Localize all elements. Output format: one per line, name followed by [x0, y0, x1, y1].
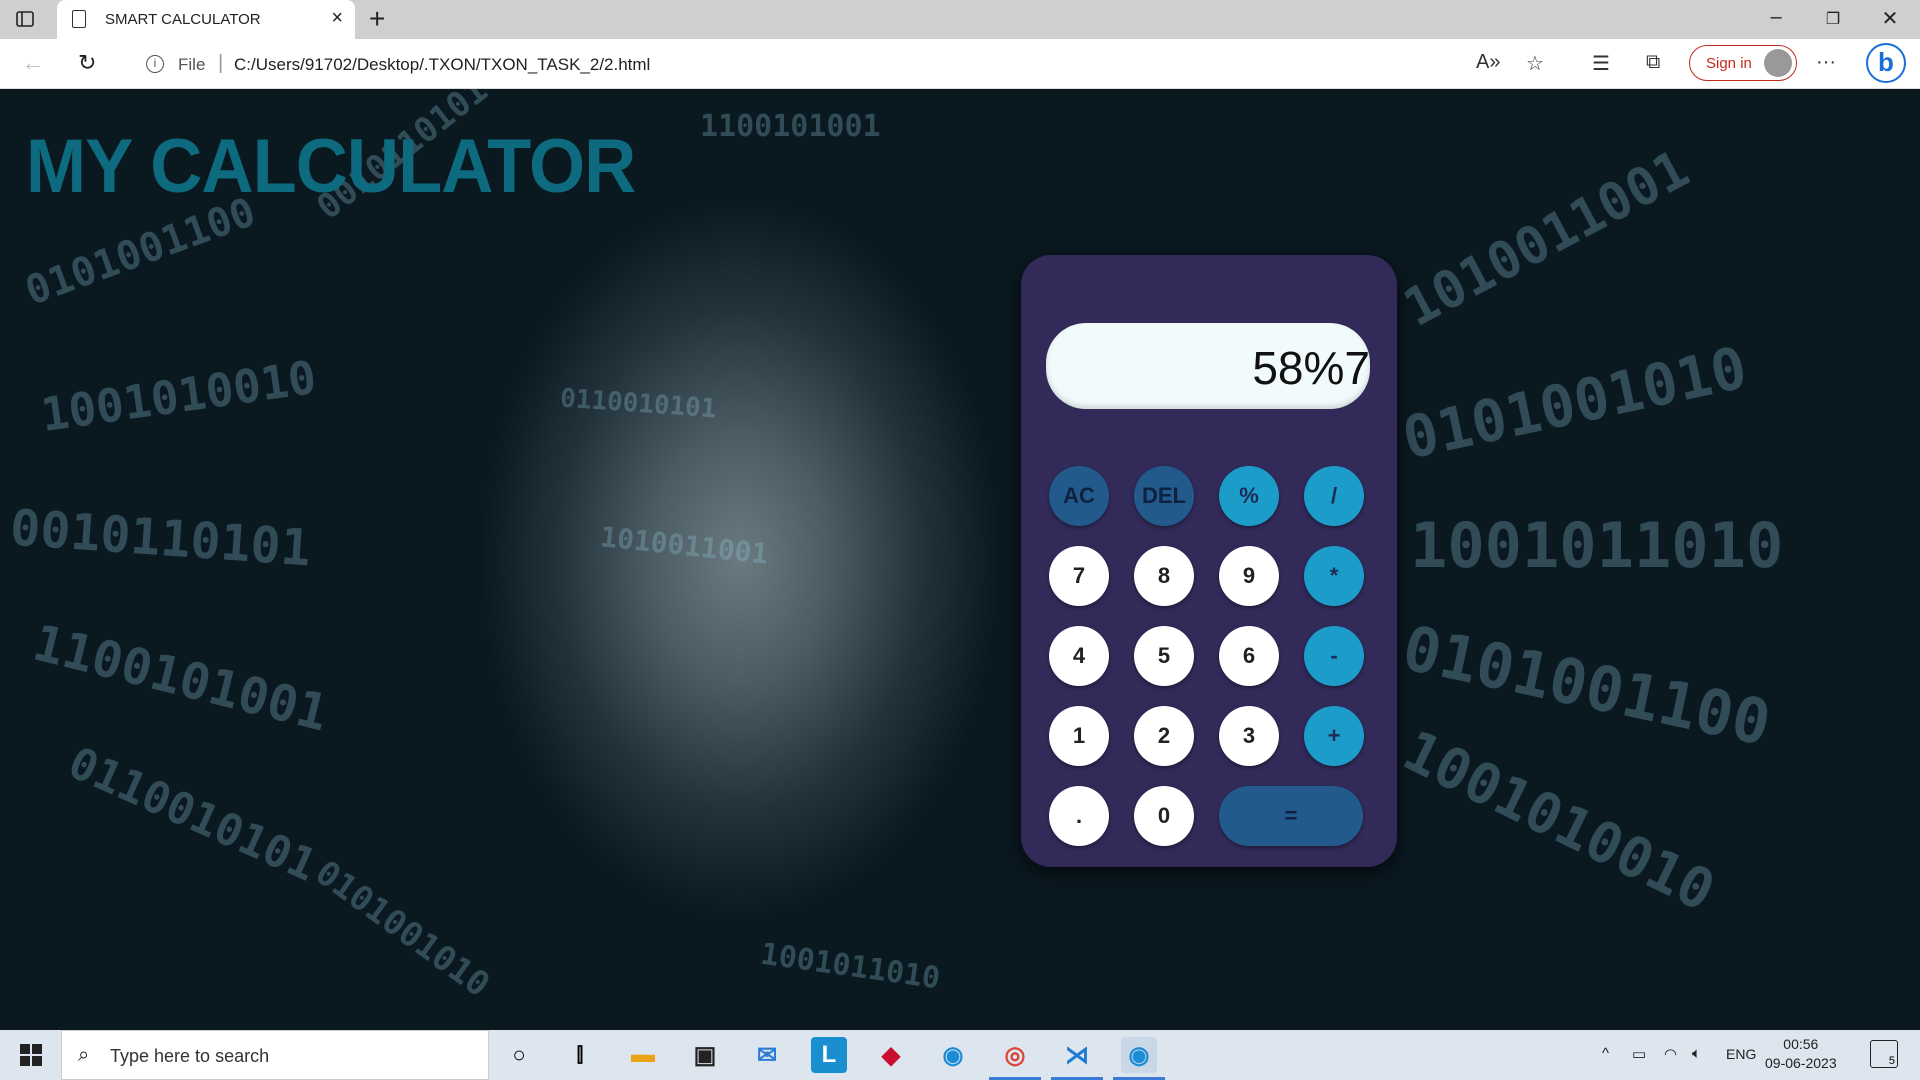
- binary-text: 1001011010: [758, 936, 943, 997]
- binary-text: 1100101001: [700, 109, 881, 144]
- minimize-icon[interactable]: –: [1756, 6, 1796, 29]
- address-bar[interactable]: i File | C:/Users/91702/Desktop/.TXON/TX…: [126, 46, 1506, 82]
- l-app-icon[interactable]: L: [811, 1037, 847, 1073]
- document-icon: [72, 10, 86, 28]
- cortana-icon[interactable]: ○: [501, 1037, 537, 1073]
- binary-text: 0101001010: [307, 852, 497, 1006]
- binary-text: 0110010101: [559, 383, 718, 425]
- search-placeholder: Type here to search: [110, 1046, 270, 1066]
- collections-icon[interactable]: ⧉: [1646, 51, 1660, 74]
- del-button[interactable]: DEL: [1134, 466, 1194, 526]
- language-indicator[interactable]: ENG: [1726, 1046, 1756, 1062]
- plus-button[interactable]: +: [1304, 706, 1364, 766]
- close-tab-icon[interactable]: ×: [331, 8, 343, 28]
- tab-title: SMART CALCULATOR: [105, 11, 261, 28]
- browser-toolbar: ← ↻ i File | C:/Users/91702/Desktop/.TXO…: [0, 39, 1920, 89]
- four-button[interactable]: 4: [1049, 626, 1109, 686]
- back-icon[interactable]: ←: [22, 50, 44, 76]
- refresh-icon[interactable]: ↻: [78, 50, 96, 76]
- mcafee-icon[interactable]: ◆: [873, 1037, 909, 1073]
- three-button[interactable]: 3: [1219, 706, 1279, 766]
- file-explorer-icon[interactable]: ▬: [625, 1037, 661, 1073]
- notification-count: 5: [1888, 1055, 1895, 1067]
- minus-button[interactable]: -: [1304, 626, 1364, 686]
- read-aloud-icon[interactable]: A»: [1476, 51, 1500, 74]
- percent-button[interactable]: %: [1219, 466, 1279, 526]
- system-clock[interactable]: 00:56 09-06-2023: [1765, 1035, 1837, 1073]
- five-button[interactable]: 5: [1134, 626, 1194, 686]
- volume-icon[interactable]: 🔈︎: [1692, 1045, 1701, 1062]
- binary-text: 1001010010: [1392, 718, 1725, 925]
- browser-tab[interactable]: SMART CALCULATOR ×: [57, 0, 355, 39]
- binary-text: 0101001010: [1396, 333, 1753, 473]
- one-button[interactable]: 1: [1049, 706, 1109, 766]
- nine-button[interactable]: 9: [1219, 546, 1279, 606]
- display-value: 58%7: [1252, 342, 1370, 394]
- mail-icon[interactable]: ✉: [749, 1037, 785, 1073]
- taskbar-search-box[interactable]: ⌕ Type here to search: [61, 1030, 489, 1080]
- wifi-icon[interactable]: ◠: [1664, 1045, 1677, 1063]
- page-content: 0101001100 1001010010 0010110101 1100101001…: [0, 89, 1920, 1030]
- six-button[interactable]: 6: [1219, 626, 1279, 686]
- ac-button[interactable]: AC: [1049, 466, 1109, 526]
- notification-center-icon[interactable]: 5: [1870, 1040, 1898, 1068]
- binary-text: 0010110101: [8, 498, 313, 578]
- address-separator: |: [218, 52, 224, 74]
- binary-text: 1001011010: [1410, 509, 1784, 582]
- clock-date: 09-06-2023: [1765, 1055, 1837, 1071]
- show-hidden-icons-icon[interactable]: ^: [1602, 1045, 1609, 1062]
- binary-text: 1010011001: [598, 520, 770, 571]
- binary-text: 0110010101: [61, 737, 324, 892]
- zero-button[interactable]: 0: [1134, 786, 1194, 846]
- sign-in-label: Sign in: [1706, 55, 1752, 72]
- eight-button[interactable]: 8: [1134, 546, 1194, 606]
- info-icon[interactable]: i: [146, 55, 164, 73]
- windows-start-icon[interactable]: [20, 1044, 42, 1066]
- calculator: 58%7 AC DEL % / 7 8 9 * 4 5 6 - 1 2 3 + …: [1021, 255, 1397, 867]
- binary-text: 1010011001: [1394, 139, 1699, 339]
- tab-actions-icon[interactable]: [14, 8, 36, 30]
- address-file-label: File: [178, 55, 206, 74]
- two-button[interactable]: 2: [1134, 706, 1194, 766]
- restore-icon[interactable]: ❐: [1813, 9, 1853, 29]
- divide-button[interactable]: /: [1304, 466, 1364, 526]
- binary-text: 1001010010: [37, 349, 320, 443]
- taskbar: ⌕ Type here to search ○ ⫿ ▬ ▣ ✉ L ◆ ◉ ◎ …: [0, 1030, 1920, 1080]
- multiply-button[interactable]: *: [1304, 546, 1364, 606]
- battery-icon[interactable]: ▭: [1632, 1045, 1646, 1063]
- edge-active-icon[interactable]: ◉: [1113, 1037, 1165, 1080]
- task-view-icon[interactable]: ⫿: [562, 1037, 598, 1073]
- seven-button[interactable]: 7: [1049, 546, 1109, 606]
- equals-button[interactable]: =: [1219, 786, 1363, 846]
- browser-tab-bar: SMART CALCULATOR × + – ❐ ✕: [0, 0, 1920, 39]
- chrome-icon[interactable]: ◎: [989, 1037, 1041, 1080]
- search-icon: ⌕: [78, 1044, 90, 1066]
- close-window-icon[interactable]: ✕: [1870, 6, 1910, 31]
- vscode-icon[interactable]: ⋊: [1051, 1037, 1103, 1080]
- more-options-icon[interactable]: ···: [1816, 51, 1836, 74]
- decimal-button[interactable]: .: [1049, 786, 1109, 846]
- favorites-icon[interactable]: ☰: [1592, 51, 1610, 76]
- new-tab-icon[interactable]: +: [369, 4, 385, 34]
- edge-icon[interactable]: ◉: [935, 1037, 971, 1073]
- favorite-star-icon[interactable]: ☆: [1526, 51, 1544, 76]
- bing-icon[interactable]: b: [1866, 43, 1906, 83]
- calculator-display: 58%7: [1046, 323, 1370, 409]
- store-icon[interactable]: ▣: [687, 1037, 723, 1073]
- sign-in-button[interactable]: Sign in: [1689, 45, 1797, 81]
- binary-text: 1100101001: [27, 613, 334, 743]
- address-url[interactable]: C:/Users/91702/Desktop/.TXON/TXON_TASK_2…: [234, 55, 650, 75]
- page-title: MY CALCULATOR: [26, 124, 636, 209]
- clock-time: 00:56: [1783, 1036, 1819, 1052]
- avatar: [1764, 49, 1792, 77]
